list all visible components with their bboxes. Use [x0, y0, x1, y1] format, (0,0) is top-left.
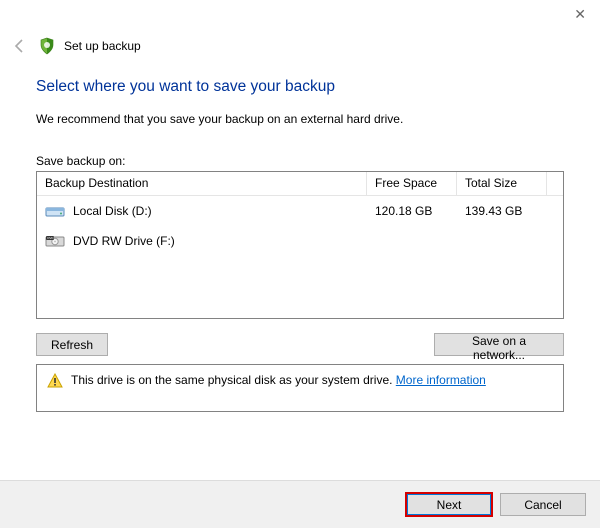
table-row[interactable]: Local Disk (D:) 120.18 GB 139.43 GB: [37, 196, 563, 226]
dvd-drive-icon: DVD: [45, 233, 65, 249]
save-on-network-button[interactable]: Save on a network...: [434, 333, 564, 356]
drive-total-size: 139.43 GB: [457, 204, 547, 218]
back-arrow-icon[interactable]: [10, 36, 30, 56]
more-information-link[interactable]: More information: [396, 373, 486, 387]
hdd-icon: [45, 203, 65, 219]
backup-shield-icon: [38, 37, 56, 55]
drive-name: DVD RW Drive (F:): [73, 234, 175, 248]
col-header-total-size[interactable]: Total Size: [457, 172, 547, 196]
col-header-free-space[interactable]: Free Space: [367, 172, 457, 196]
close-icon[interactable]: ✕: [574, 6, 586, 23]
drive-free-space: 120.18 GB: [367, 204, 457, 218]
window-title: Set up backup: [64, 39, 141, 53]
col-header-destination[interactable]: Backup Destination: [37, 172, 367, 196]
save-on-label: Save backup on:: [36, 154, 564, 168]
refresh-button[interactable]: Refresh: [36, 333, 108, 356]
table-row[interactable]: DVD DVD RW Drive (F:): [37, 226, 563, 256]
col-header-blank: [547, 172, 563, 196]
next-button[interactable]: Next: [406, 493, 492, 516]
warning-icon: [47, 373, 63, 389]
page-heading: Select where you want to save your backu…: [36, 78, 564, 96]
warning-text: This drive is on the same physical disk …: [71, 373, 486, 387]
recommendation-text: We recommend that you save your backup o…: [36, 112, 564, 126]
cancel-button[interactable]: Cancel: [500, 493, 586, 516]
drive-name: Local Disk (D:): [73, 204, 152, 218]
warning-info-box: This drive is on the same physical disk …: [36, 364, 564, 412]
backup-destination-table: Backup Destination Free Space Total Size…: [36, 171, 564, 319]
svg-text:DVD: DVD: [47, 236, 54, 240]
